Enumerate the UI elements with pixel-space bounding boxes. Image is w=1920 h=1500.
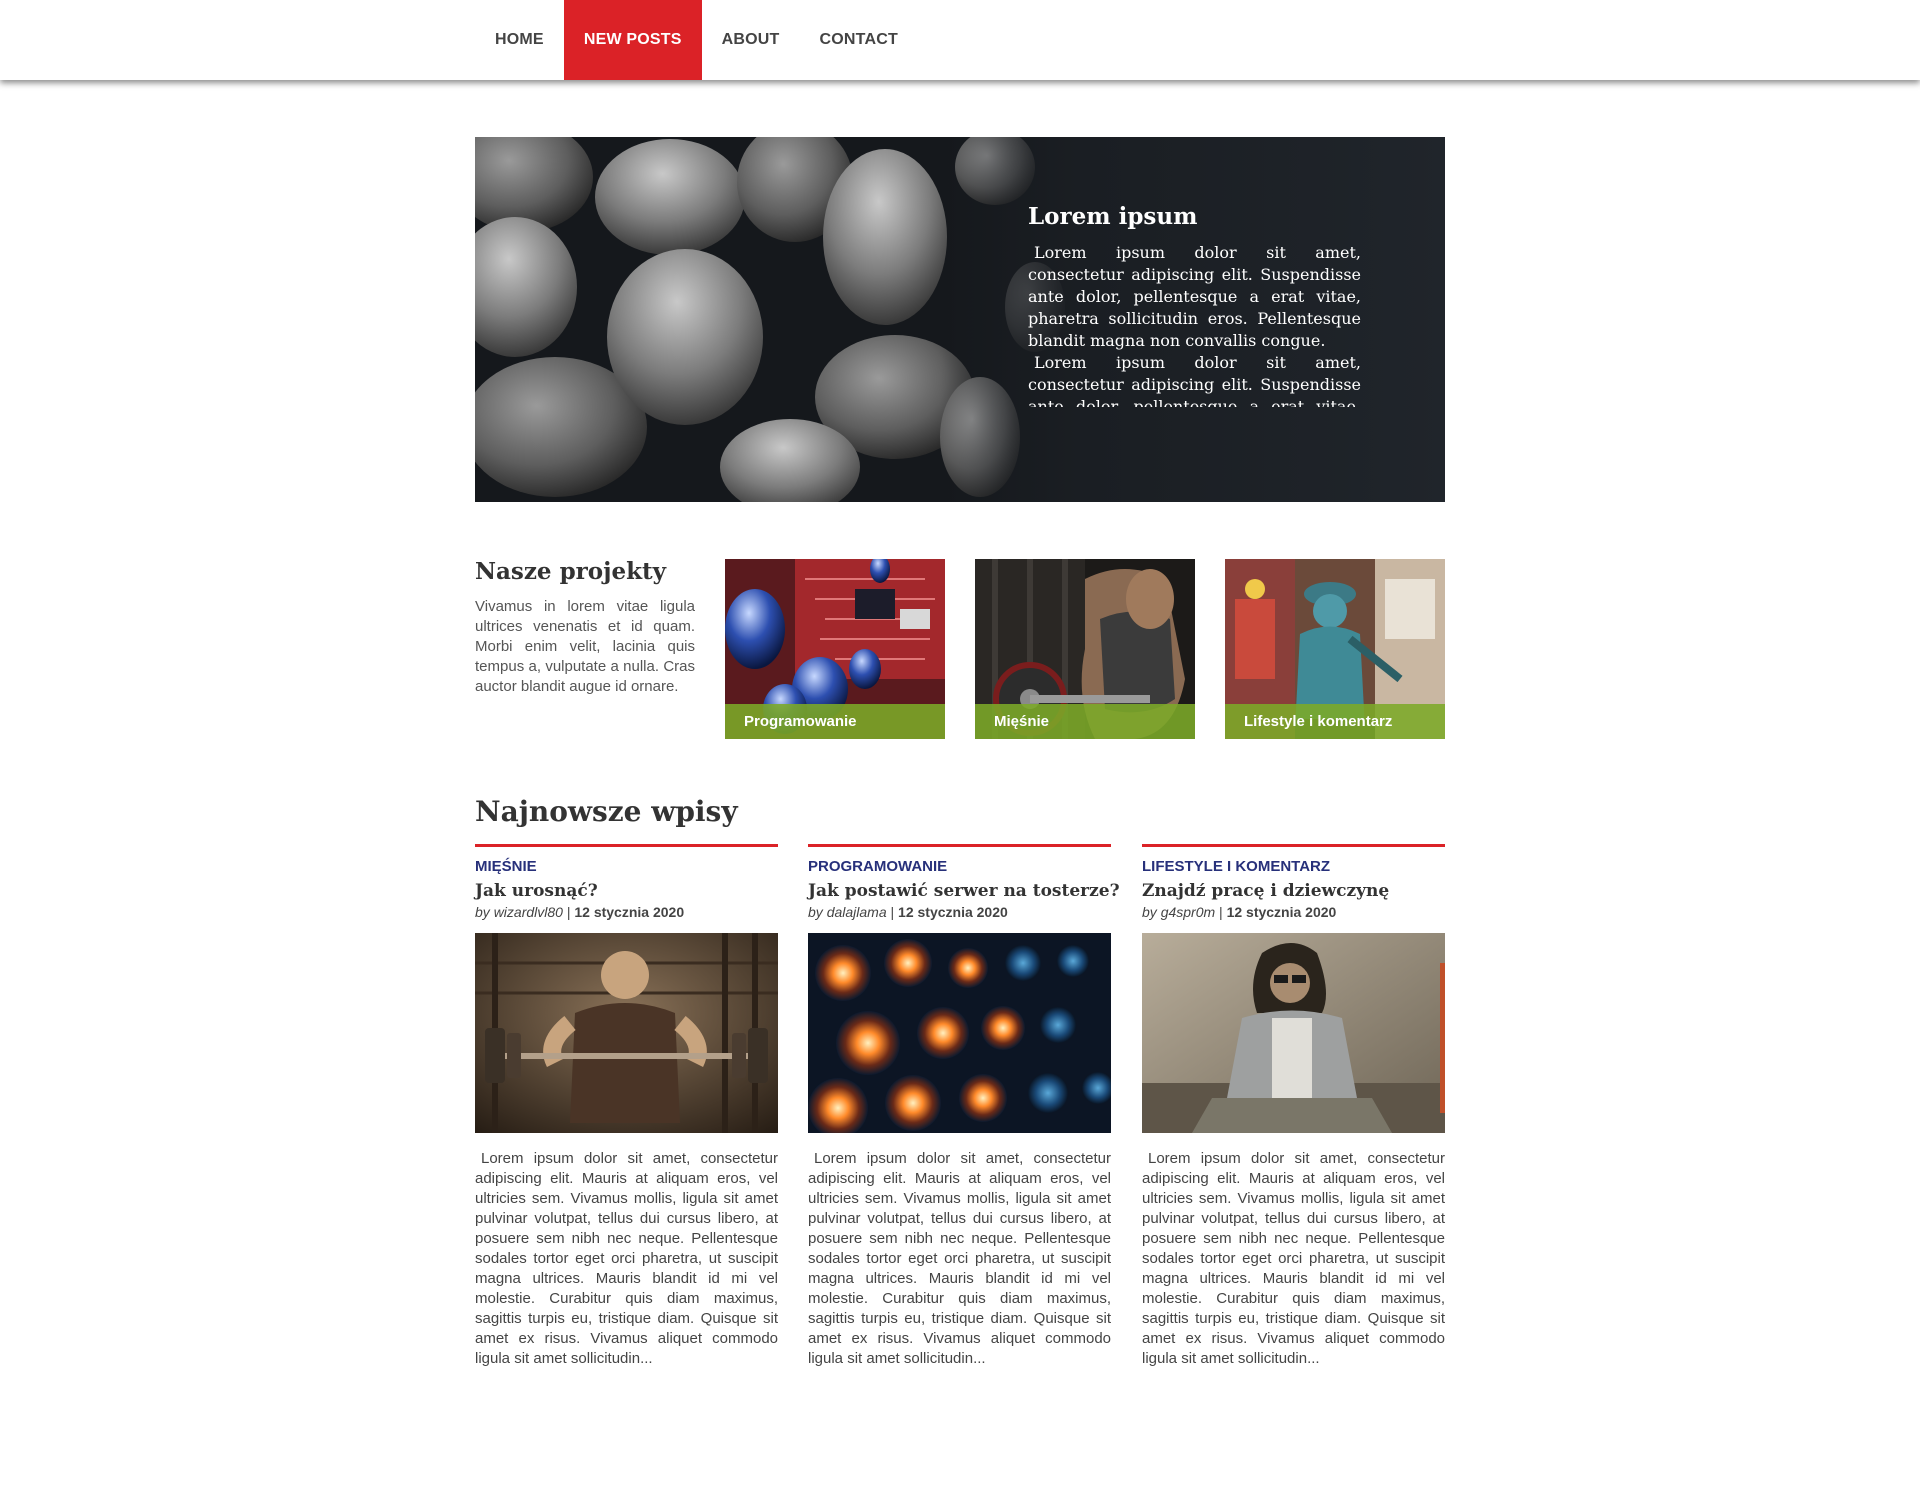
post-excerpt: Lorem ipsum dolor sit amet, consectetur … xyxy=(475,1150,778,1367)
post-category-link[interactable]: PROGRAMOWANIE xyxy=(808,858,1111,875)
meta-separator: | xyxy=(1219,904,1223,920)
post-card: MIĘŚNIE Jak urosnąć? by wizardlvl80 | 12… xyxy=(475,844,778,1369)
hero-text-block: Lorem ipsum Lorem ipsum dolor sit amet, … xyxy=(1028,203,1361,407)
post-category-link[interactable]: MIĘŚNIE xyxy=(475,858,778,875)
project-label: Programowanie xyxy=(725,704,945,739)
main-menu: HOME NEW POSTS ABOUT CONTACT xyxy=(475,0,918,80)
nav-item-contact[interactable]: CONTACT xyxy=(800,0,918,80)
hero-paragraph: Lorem ipsum dolor sit amet, consectetur … xyxy=(1028,243,1361,350)
hero-title: Lorem ipsum xyxy=(1028,203,1198,230)
hero-paragraph: Lorem ipsum dolor sit amet, consectetur … xyxy=(1028,353,1361,407)
post-author: wizardlvl80 xyxy=(493,904,563,920)
nav-item-about[interactable]: ABOUT xyxy=(702,0,800,80)
post-date: 12 stycznia 2020 xyxy=(1226,904,1337,920)
post-meta: by dalajlama | 12 stycznia 2020 xyxy=(808,904,1111,920)
post-title-link[interactable]: Znajdź pracę i dziewczynę xyxy=(1142,881,1445,901)
glowing-lamps-image[interactable] xyxy=(808,933,1111,1133)
post-divider xyxy=(808,844,1111,847)
latest-posts-title: Najnowsze wpisy xyxy=(475,795,738,828)
weightlifter-image[interactable] xyxy=(475,933,778,1133)
man-sitting-image[interactable] xyxy=(1142,933,1445,1133)
post-meta: by wizardlvl80 | 12 stycznia 2020 xyxy=(475,904,778,920)
post-title-link[interactable]: Jak postawić serwer na tosterze? xyxy=(808,881,1120,901)
top-navigation-bar: HOME NEW POSTS ABOUT CONTACT xyxy=(0,0,1920,80)
post-date: 12 stycznia 2020 xyxy=(898,904,1008,920)
projects-intro: Nasze projekty Vivamus in lorem vitae li… xyxy=(475,558,695,697)
post-by-prefix: by xyxy=(475,904,490,920)
project-label: Mięśnie xyxy=(975,704,1195,739)
post-by-prefix: by xyxy=(1142,904,1157,920)
post-category-link[interactable]: LIFESTYLE I KOMENTARZ xyxy=(1142,858,1445,875)
meta-separator: | xyxy=(566,904,571,920)
post-title-link[interactable]: Jak urosnąć? xyxy=(475,881,778,901)
project-card-lifestyle[interactable]: Lifestyle i komentarz xyxy=(1225,559,1445,739)
projects-description: Vivamus in lorem vitae ligula ultrices v… xyxy=(475,598,695,695)
post-divider xyxy=(475,844,778,847)
hero-body: Lorem ipsum dolor sit amet, consectetur … xyxy=(1028,242,1361,407)
nav-item-new-posts[interactable]: NEW POSTS xyxy=(563,0,702,80)
nav-item-home[interactable]: HOME xyxy=(475,0,564,80)
hero-banner: Lorem ipsum Lorem ipsum dolor sit amet, … xyxy=(475,137,1445,502)
post-meta: by g4spr0m | 12 stycznia 2020 xyxy=(1142,904,1445,920)
post-by-prefix: by xyxy=(808,904,823,920)
meta-separator: | xyxy=(890,904,895,920)
post-excerpt: Lorem ipsum dolor sit amet, consectetur … xyxy=(808,1150,1111,1367)
projects-title: Nasze projekty xyxy=(475,558,666,585)
post-author: g4spr0m xyxy=(1160,904,1216,920)
project-card-programowanie[interactable]: Programowanie xyxy=(725,559,945,739)
post-card: PROGRAMOWANIE Jak postawić serwer na tos… xyxy=(808,844,1120,1369)
post-excerpt: Lorem ipsum dolor sit amet, consectetur … xyxy=(1142,1150,1445,1367)
post-date: 12 stycznia 2020 xyxy=(574,904,685,920)
project-label: Lifestyle i komentarz xyxy=(1225,704,1445,739)
post-author: dalajlama xyxy=(826,904,887,920)
project-card-miesnie[interactable]: Mięśnie xyxy=(975,559,1195,739)
post-divider xyxy=(1142,844,1445,847)
post-card: LIFESTYLE I KOMENTARZ Znajdź pracę i dzi… xyxy=(1142,844,1445,1369)
